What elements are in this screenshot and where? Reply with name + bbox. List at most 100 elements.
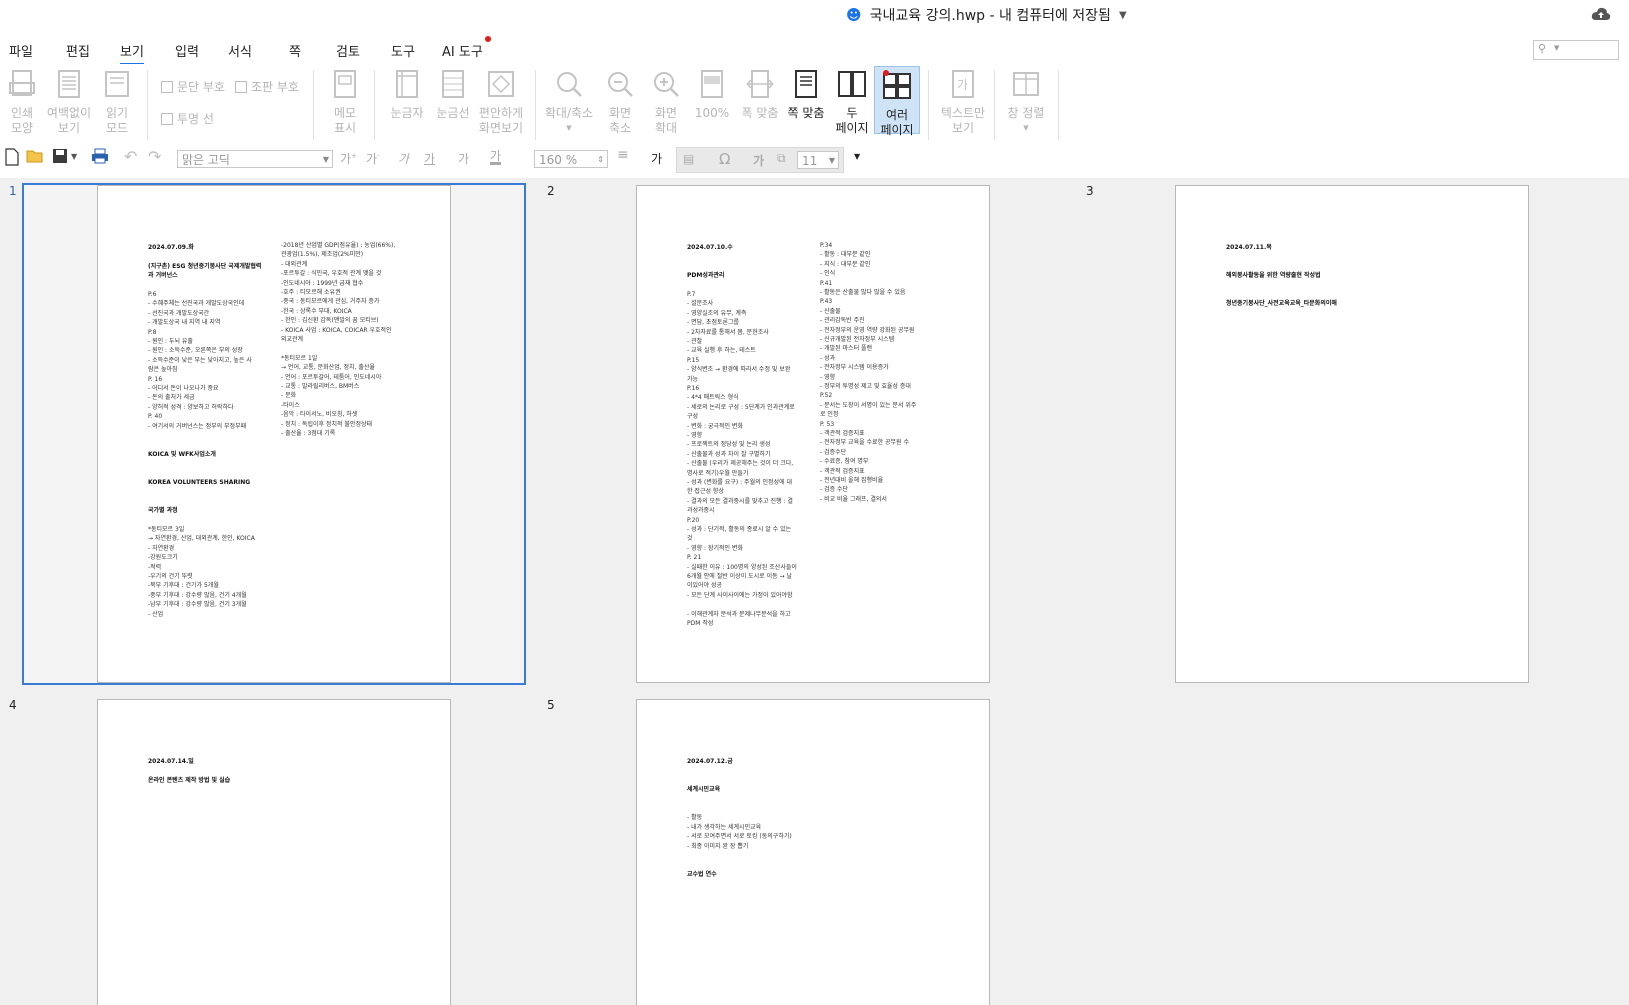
menu-review[interactable]: 검토 <box>336 41 360 60</box>
page-text-line: - 비교 비율 그래프, 결의서 <box>820 495 887 503</box>
italic-icon[interactable]: 가 <box>398 150 409 167</box>
arrange-windows-button[interactable]: 창 정렬 ▼ <box>1004 68 1048 136</box>
line-spacing-icon[interactable]: ≡ <box>617 147 629 163</box>
ruler-icon <box>396 70 418 98</box>
zoom-100-button[interactable]: 100% <box>694 68 730 121</box>
title-bar: ☻ 국내교육 강의.hwp - 내 컴퓨터에 저장됨 ▼ <box>0 0 1629 30</box>
page-text-line: *동티모르 3일 <box>148 526 185 533</box>
menu-file[interactable]: 파일 <box>9 41 33 60</box>
paragraph-mark-checkbox[interactable]: 문단 부호 <box>161 78 225 95</box>
bold-button[interactable]: 가 <box>651 150 662 167</box>
page-text-line: P. 21 <box>687 554 702 562</box>
page-text-line: 관광업(1.5%), 제조업(2%미만) <box>281 251 364 259</box>
page-text-line: -2018년 산업별 GDP(점유율) : 농업(66%), <box>281 242 396 249</box>
reading-mode-icon <box>105 71 129 97</box>
font-select[interactable]: 맑은 고딕 ▼ <box>177 150 333 168</box>
page-text-line: - 원인 : 소득수준, 오른쪽은 부의 성장 <box>148 347 243 355</box>
zoom-in-button[interactable]: 화면 확대 <box>650 68 682 136</box>
ruler-button[interactable]: 눈금자 <box>388 68 426 121</box>
menu-edit[interactable]: 편집 <box>66 41 90 60</box>
omega-symbol-icon[interactable]: Ω <box>719 150 730 168</box>
page-text-line: - 객관적 검증지표 <box>820 430 865 437</box>
page-text-line: PDM 작성 <box>687 620 714 627</box>
cloud-upload-icon[interactable] <box>1591 6 1611 26</box>
page-3[interactable]: 2024.07.11.목 해외봉사활동을 위한 역량출현 작성법 청년중기봉사단_사… <box>1175 185 1529 683</box>
char-shape-icon[interactable]: 가 <box>753 152 764 169</box>
menu-insert[interactable]: 입력 <box>175 41 199 60</box>
font-size-select[interactable]: 11 ▼ <box>797 151 839 169</box>
fit-width-label: 폭 맞춤 <box>741 106 779 120</box>
two-pages-button[interactable]: 두 페이지 <box>834 68 870 136</box>
page-text-line: - 개발된 마스터 플랜 <box>820 345 873 353</box>
print-icon[interactable] <box>91 148 109 167</box>
page-text-line: → 자연환경, 산업, 대외관계, 한인, KOICA <box>148 535 255 543</box>
page-text-line: 람은 높아짐 <box>148 366 178 374</box>
page-text-line: - 성과 : 단기적, 활동의 종료시 알 수 있는 <box>687 526 792 533</box>
font-grow-icon[interactable]: 가+ <box>340 150 357 167</box>
font-color-icon[interactable]: 가 <box>490 150 502 165</box>
page-text-line: 로 인정 <box>820 411 839 419</box>
menu-format[interactable]: 서식 <box>228 41 252 60</box>
checkbox-box <box>235 80 247 93</box>
page-text-line: - 산출물 (우리가 제공해주는 것이 더 크다, <box>687 460 794 468</box>
page-text-line: - 영양실조의 유무, 계측 <box>687 309 747 317</box>
redo-icon[interactable]: ↷ <box>148 147 161 166</box>
page-text-line: - 실패한 이유 : 100명의 양성된 조산사들이 <box>687 563 797 571</box>
ribbon-divider <box>1058 70 1059 140</box>
menu-ai-tools[interactable]: AI 도구 <box>442 41 483 60</box>
page-number-2: 2 <box>547 184 555 198</box>
page-text-line: - 교통 : 말라릴리버스, BM버스 <box>281 383 360 390</box>
chevron-down-icon[interactable]: ▼ <box>71 152 77 161</box>
page-text-line: - 영향 <box>820 373 836 381</box>
grid-button[interactable]: 눈금선 <box>434 68 472 121</box>
page-5[interactable]: 2024.07.12.금 세계시민교육 - 활동 - 내가 생각하는 세계시민교육 - … <box>636 699 990 1005</box>
toolbar-more-icon[interactable]: ▼ <box>854 152 860 161</box>
page-text-line: -적력 <box>148 563 162 571</box>
strikethrough-icon[interactable]: 가 <box>458 150 469 167</box>
zoom-out-button[interactable]: 화면 축소 <box>604 68 636 136</box>
page-4[interactable]: 2024.07.14.일 온라인 콘텐츠 제작 방법 및 실습 <box>97 699 451 1005</box>
layout-mark-checkbox[interactable]: 조판 부호 <box>235 78 299 95</box>
menu-view[interactable]: 보기 <box>120 41 144 65</box>
transparent-line-checkbox[interactable]: 투명 선 <box>161 110 214 127</box>
underline-icon[interactable]: 가 <box>424 150 435 167</box>
menu-page[interactable]: 쪽 <box>289 41 301 60</box>
memo-show-button[interactable]: 메모 표시 <box>328 68 362 136</box>
comfortable-view-button[interactable]: 편안하게 화면보기 <box>476 68 526 136</box>
multi-pages-button[interactable]: 여러 페이지 <box>874 66 920 137</box>
accessibility-icon[interactable]: ☻ <box>846 6 862 24</box>
print-layout-label: 인쇄 모양 <box>10 106 34 135</box>
open-folder-icon[interactable] <box>26 148 44 167</box>
page-text-line: - 활동은 산출물 많다 많을 수 있음 <box>820 289 906 296</box>
font-shrink-icon[interactable]: 가- <box>366 150 380 167</box>
text-only-button[interactable]: 가 텍스트만 보기 <box>938 68 988 136</box>
menu-tools[interactable]: 도구 <box>391 41 415 60</box>
new-document-icon[interactable] <box>4 148 20 169</box>
page-text-line: P.7 <box>687 291 696 298</box>
fit-page-icon <box>795 70 817 98</box>
chevron-down-icon: ▼ <box>1023 124 1029 132</box>
fit-page-button[interactable]: 쪽 맞춤 <box>784 68 828 121</box>
chevron-down-icon[interactable]: ▼ <box>1119 10 1127 21</box>
page-number-3: 3 <box>1086 184 1094 198</box>
page-2[interactable]: 2024.07.10.수 PDM성과관리 P.7 - 설문조사 - 영양실조의 유무, … <box>636 185 990 683</box>
no-margin-view-button[interactable]: 여백없이 보기 <box>46 68 92 136</box>
reading-mode-button[interactable]: 읽기 모드 <box>101 68 133 136</box>
page-text-line: *동티모르 1일 <box>281 354 318 362</box>
zoom-select[interactable]: 160 % ⇕ <box>534 150 608 168</box>
copy-format-icon[interactable]: ⧉ <box>777 151 786 166</box>
search-box[interactable]: ⚲ ▼ <box>1533 40 1619 60</box>
page-1[interactable]: 2024.07.09.화 (지구촌) ESG 청년중기봉사단 국제개발협력 과 거버… <box>97 185 451 683</box>
page-text-line: -음악 : 타이서노, 비오칭, 하셋 <box>281 411 358 419</box>
zoom-button[interactable]: 확대/축소 ▼ <box>542 68 596 136</box>
fit-width-button[interactable]: 폭 맞춤 <box>738 68 782 121</box>
page-text-line: - 산출물과 성과 차이 잘 구별하기 <box>687 450 771 458</box>
document-workspace[interactable]: 1 2024.07.09.화 (지구촌) ESG 청년중기봉사단 국제개발협력 과 … <box>0 178 1629 1005</box>
print-layout-button[interactable]: 인쇄 모양 <box>5 68 39 136</box>
save-icon[interactable] <box>52 148 68 167</box>
page-text-line: - 수혜주체는 선진국과 개발도상국인데 <box>148 300 245 308</box>
zoom-out-icon <box>608 72 633 97</box>
clipboard-icon[interactable]: ▤ <box>683 152 694 166</box>
undo-icon[interactable]: ↶ <box>124 147 137 166</box>
page-text-line: P.52 <box>820 392 833 400</box>
